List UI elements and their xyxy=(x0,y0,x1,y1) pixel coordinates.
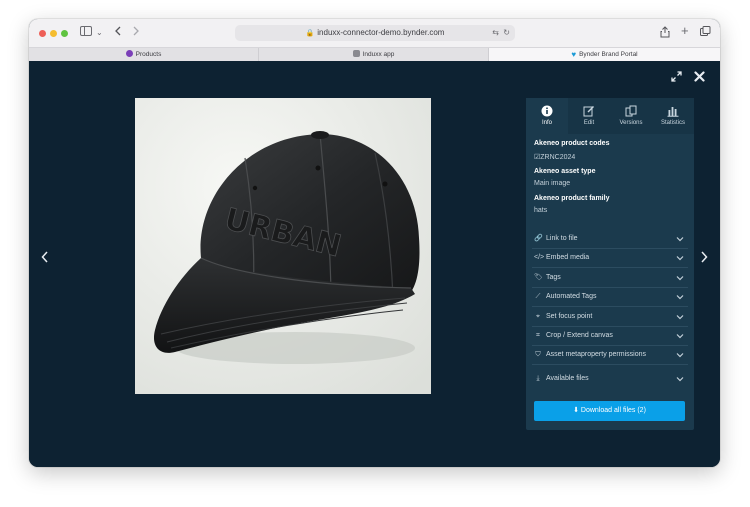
tab-products[interactable]: Products xyxy=(29,48,259,62)
meta-value-product-family: hats xyxy=(534,207,548,214)
url-text: induxx-connector-demo.bynder.com xyxy=(317,28,445,37)
induxx-favicon-icon xyxy=(352,50,360,57)
asset-image: URBAN xyxy=(135,98,431,394)
tab-statistics[interactable]: Statistics xyxy=(652,98,694,134)
tab-info[interactable]: Info xyxy=(526,98,568,134)
crop-icon: ⌗ xyxy=(536,332,540,339)
section-automated-tags[interactable]: ⟋ Automated Tags xyxy=(532,288,688,307)
download-icon: ⬇ xyxy=(573,407,579,414)
close-window-button[interactable] xyxy=(39,30,46,37)
section-label: Asset metaproperty permissions xyxy=(546,351,646,358)
tab-label: Products xyxy=(135,51,162,58)
tab-label: Statistics xyxy=(660,120,685,126)
section-link-to-file[interactable]: 🔗 Link to file xyxy=(532,230,688,249)
chevron-down-icon xyxy=(676,276,684,281)
tab-label: Induxx app xyxy=(362,51,395,58)
sidebar-toggle-icon[interactable] xyxy=(80,26,92,40)
section-embed-media[interactable]: </> Embed media xyxy=(532,249,688,268)
browser-window: ⌄ 🔒 induxx-connector-demo.bynder.com ⇆ ↻ … xyxy=(29,19,720,467)
download-icon: ⤓ xyxy=(536,375,540,382)
tab-overview-icon[interactable] xyxy=(700,26,711,41)
chevron-down-icon xyxy=(676,237,684,242)
lock-icon: 🔒 xyxy=(305,30,315,37)
next-asset-icon[interactable] xyxy=(700,251,708,265)
forward-icon[interactable] xyxy=(132,26,140,40)
fullscreen-icon[interactable] xyxy=(671,71,682,84)
meta-title-asset-type: Akeneo asset type xyxy=(534,168,596,175)
meta-value-product-codes: ☑ZRNC2024 xyxy=(534,153,575,161)
shield-icon: ⛉ xyxy=(535,351,541,358)
browser-toolbar: ⌄ 🔒 induxx-connector-demo.bynder.com ⇆ ↻ … xyxy=(29,19,720,47)
zoom-window-button[interactable] xyxy=(61,30,68,37)
section-label: Available files xyxy=(546,375,589,382)
close-icon[interactable] xyxy=(694,71,705,84)
asset-info-panel: Info Edit Versions Statistics Akeneo pro… xyxy=(526,98,694,430)
edit-icon xyxy=(583,106,594,117)
section-set-focus-point[interactable]: ⌖ Set focus point xyxy=(532,308,688,327)
asset-viewer: URBAN Info Edit Versions Statistics Aken… xyxy=(29,61,720,467)
back-icon[interactable] xyxy=(114,26,122,40)
tab-label: Bynder Brand Portal xyxy=(579,51,638,58)
bynder-favicon-icon: ♥ xyxy=(571,50,577,59)
tab-label: Info xyxy=(541,120,552,126)
new-tab-icon[interactable]: + xyxy=(681,24,689,38)
meta-title-product-codes: Akeneo product codes xyxy=(534,140,610,147)
chevron-down-icon[interactable]: ⌄ xyxy=(96,26,103,40)
minimize-window-button[interactable] xyxy=(50,30,57,37)
section-label: Set focus point xyxy=(546,313,593,320)
products-favicon-icon xyxy=(125,50,133,57)
statistics-icon xyxy=(667,107,679,117)
share-icon[interactable] xyxy=(660,26,670,42)
link-icon: 🔗 xyxy=(534,235,543,242)
tag-icon: 🏷 xyxy=(534,274,543,281)
focus-icon: ⌖ xyxy=(536,313,540,320)
chevron-down-icon xyxy=(676,334,684,339)
panel-tabs: Info Edit Versions Statistics xyxy=(526,98,694,134)
section-label: Crop / Extend canvas xyxy=(546,332,613,339)
tab-label: Versions xyxy=(619,120,643,126)
product-code-value: ZRNC2024 xyxy=(540,154,576,161)
section-available-files[interactable]: ⤓ Available files xyxy=(532,370,688,389)
section-crop-extend-canvas[interactable]: ⌗ Crop / Extend canvas xyxy=(532,327,688,346)
meta-title-product-family: Akeneo product family xyxy=(534,195,610,202)
download-button-label: Download all files (2) xyxy=(580,407,646,414)
chevron-down-icon xyxy=(676,377,684,382)
section-label: Link to file xyxy=(546,235,578,242)
cap-image: URBAN xyxy=(135,98,431,394)
chevron-down-icon xyxy=(676,295,684,300)
tab-induxx-app[interactable]: Induxx app xyxy=(259,48,489,62)
section-metaproperty-permissions[interactable]: ⛉ Asset metaproperty permissions xyxy=(532,346,688,365)
chevron-down-icon xyxy=(676,256,684,261)
meta-value-asset-type: Main image xyxy=(534,180,571,187)
section-tags[interactable]: 🏷 Tags xyxy=(532,269,688,288)
chevron-down-icon xyxy=(676,353,684,358)
tab-label: Edit xyxy=(583,120,595,126)
tab-versions[interactable]: Versions xyxy=(610,98,652,134)
reload-icon[interactable]: ↻ xyxy=(503,25,510,41)
section-label: Tags xyxy=(546,274,561,281)
translate-icon[interactable]: ⇆ xyxy=(492,25,499,41)
code-icon: </> xyxy=(534,254,545,261)
download-all-files-button[interactable]: ⬇ Download all files (2) xyxy=(534,401,685,421)
section-label: Embed media xyxy=(546,254,590,261)
previous-asset-icon[interactable] xyxy=(41,251,49,265)
section-label: Automated Tags xyxy=(546,293,597,300)
tab-strip: Products Induxx app ♥ Bynder Brand Portal xyxy=(29,47,720,62)
info-icon xyxy=(541,105,553,117)
wand-icon: ⟋ xyxy=(535,293,541,300)
chevron-down-icon xyxy=(676,315,684,320)
tab-bynder-brand-portal[interactable]: ♥ Bynder Brand Portal xyxy=(489,48,720,62)
tab-edit[interactable]: Edit xyxy=(568,98,610,134)
address-bar[interactable]: 🔒 induxx-connector-demo.bynder.com ⇆ ↻ xyxy=(235,25,515,41)
versions-icon xyxy=(625,105,637,117)
